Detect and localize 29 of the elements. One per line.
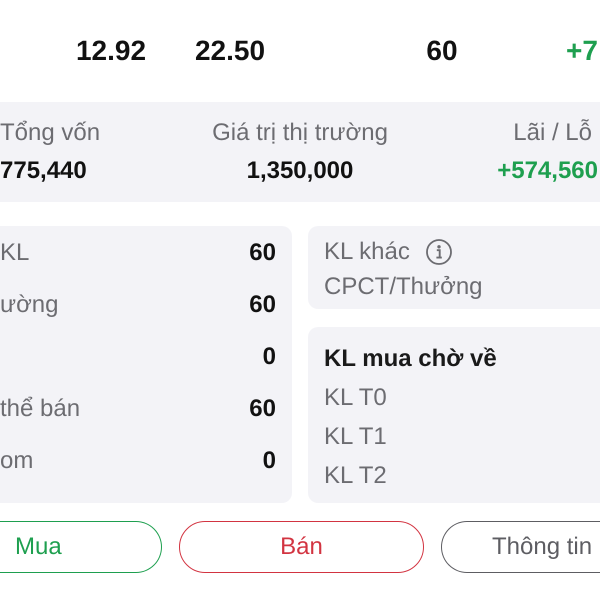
row-label: KL T2 — [324, 461, 388, 491]
row-label: KL T1 — [324, 422, 388, 452]
card-title: KL mua chờ về — [324, 344, 498, 374]
summary-label: Tổng vốn — [0, 118, 100, 148]
row-label: ường — [0, 291, 58, 319]
row-label: om — [0, 447, 34, 475]
sell-button[interactable]: Bán — [179, 521, 424, 573]
change-value: +7 — [566, 35, 598, 67]
card-subtitle: CPCT/Thưởng — [324, 272, 483, 300]
info-icon[interactable] — [426, 238, 452, 264]
stat-value: 12.92 — [76, 35, 146, 67]
summary-value: 1,350,000 — [246, 156, 354, 186]
summary-label: Lãi / Lỗ — [513, 118, 592, 148]
row-value: 60 — [249, 395, 276, 423]
row-value: 0 — [262, 447, 276, 475]
stat-value: 60 — [426, 35, 458, 67]
row-value: 0 — [262, 343, 276, 371]
row-label: KL T0 — [324, 383, 388, 413]
summary-label: Giá trị thị trường — [212, 118, 388, 148]
summary-value: 775,440 — [0, 156, 87, 186]
row-value: 60 — [249, 239, 276, 267]
buy-button[interactable]: Mua — [0, 521, 162, 573]
row-label: KL — [0, 239, 30, 267]
row-value: 60 — [249, 291, 276, 319]
row-label: thể bán — [0, 395, 80, 423]
summary-value: +574,560 — [497, 156, 598, 186]
info-button[interactable]: Thông tin — [441, 521, 600, 573]
stat-value: 22.50 — [194, 35, 266, 67]
card-title: KL khác — [324, 238, 410, 266]
